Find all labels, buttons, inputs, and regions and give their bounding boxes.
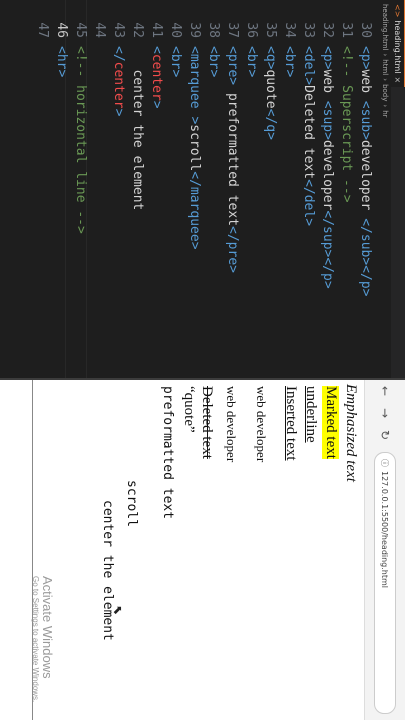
code-line-39: <marquee >scroll</marquee> [187,46,202,250]
editor-tab-bar: <> heading.html × [390,0,405,378]
tab-label: heading.html [393,20,402,74]
mouse-cursor-icon: ⬉ [111,605,125,616]
deleted-text: Deleted text [199,386,215,459]
code-area[interactable]: <p>web <sub>developer </sub></p> <!-- Su… [0,0,379,378]
tab-heading-html[interactable]: <> heading.html × [390,0,405,88]
breadcrumb: heading.html › html › body › hr [381,4,389,118]
code-line-40: <br> [168,46,183,78]
inserted-text: Inserted text [283,386,299,461]
code-line-46: <hr> [54,46,69,78]
code-editor[interactable]: <> heading.html × heading.html › html › bo… [0,0,405,378]
breadcrumb-item[interactable]: heading.html [381,4,389,50]
code-line-34: <br> [282,46,297,78]
subscript-line: web developer [254,386,269,463]
code-line-36: <br> [244,46,259,78]
code-line-33: <del>Deleted text</del> [301,46,316,227]
superscript-line: web developer [224,386,239,463]
code-line-31: <!-- Superscript --> [339,46,354,203]
url-text: 127.0.0.1:5500/heading.html [380,471,390,589]
activation-watermark: Activate Windows Go to Settings to activ… [31,576,55,702]
preformatted-text: preformatted text [160,386,175,520]
code-line-45: <!-- horizontal line --> [73,46,88,234]
browser-preview[interactable]: ← → ↻ ⓘ 127.0.0.1:5500/heading.html Emph… [0,380,405,720]
breadcrumb-item[interactable]: body [381,84,389,101]
rotated-screen: <> heading.html × heading.html › html › bo… [0,0,405,720]
quote-text: “quote” [181,386,197,433]
refresh-icon[interactable]: ↻ [374,424,396,446]
emphasized-text: Emphasized text [343,384,359,482]
code-line-37: <pre> preformatted text</pre> [225,46,240,273]
back-icon[interactable]: ← [374,380,396,402]
forward-icon[interactable]: → [374,402,396,424]
marquee-text: scroll [124,480,139,527]
code-line-30: <p>web <sub>developer </sub></p> [358,46,373,297]
code-line-41: <center> [149,46,164,109]
watermark-title: Activate Windows [40,576,55,679]
watermark-subtitle: Go to Settings to activate Windows. [31,576,40,703]
code-line-32: <p>web <sup>developer</sup></p> [320,46,335,289]
marked-text: Marked text [322,386,339,459]
breadcrumb-item[interactable]: html [381,59,389,75]
breadcrumb-item[interactable]: hr [381,110,389,117]
close-icon[interactable]: × [393,77,402,84]
info-icon: ⓘ [380,459,390,467]
address-bar[interactable]: ⓘ 127.0.0.1:5500/heading.html [374,452,396,714]
html-file-icon: <> [393,4,402,18]
code-line-35: <q>quote</q> [263,46,278,140]
centered-text: center the element [100,500,115,641]
browser-toolbar: ← → ↻ ⓘ 127.0.0.1:5500/heading.html [364,380,405,720]
code-line-42: center the element [130,46,145,211]
code-line-38: <br> [206,46,221,78]
underline-text: underline [303,386,319,443]
code-line-43: </center> [111,46,126,117]
